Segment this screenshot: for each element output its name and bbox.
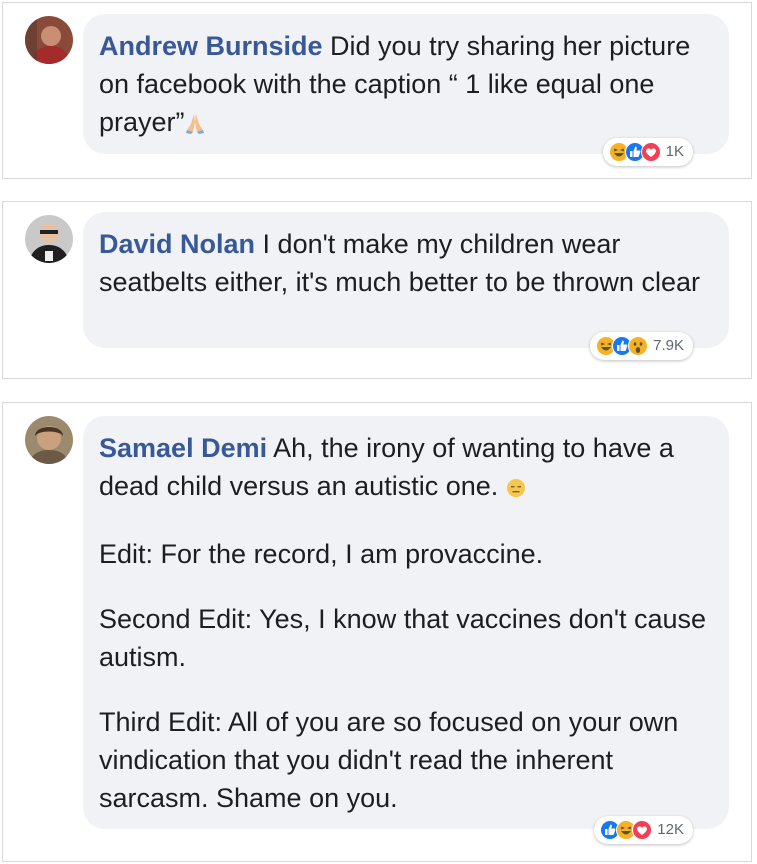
comment-text: Samael Demi Ah, the irony of wanting to … [99,429,707,508]
author-name[interactable]: David Nolan [99,229,255,259]
avatar[interactable] [25,215,73,263]
comment-bubble: David Nolan I don't make my children wea… [83,212,729,348]
reaction-summary[interactable]: 1K [602,138,693,166]
avatar[interactable] [25,416,73,464]
comment-card: David Nolan I don't make my children wea… [2,201,752,379]
love-reaction-icon [632,820,653,840]
reaction-count: 7.9K [653,337,684,354]
comment-text: Andrew Burnside Did you try sharing her … [99,27,707,144]
comment-card: Samael Demi Ah, the irony of wanting to … [2,402,752,862]
reaction-count: 12K [657,821,684,838]
reaction-count: 1K [665,143,684,160]
comment-edit-1: Edit: For the record, I am provaccine. [99,539,544,569]
praying-hands-icon [185,106,205,144]
comment-text: David Nolan I don't make my children wea… [99,225,707,301]
comment-edit-2: Second Edit: Yes, I know that vaccines d… [99,604,707,672]
comment-edit-3: Third Edit: All of you are so focused on… [99,707,679,813]
avatar[interactable] [25,16,73,64]
love-reaction-icon [640,142,661,162]
comment-bubble: Samael Demi Ah, the irony of wanting to … [83,416,729,829]
comment-card: Andrew Burnside Did you try sharing her … [2,2,752,179]
comment-bubble: Andrew Burnside Did you try sharing her … [83,14,729,154]
reaction-summary[interactable]: 12K [594,816,693,844]
author-name[interactable]: Andrew Burnside [99,31,323,61]
expressionless-face-icon [506,470,526,508]
wow-reaction-icon [628,336,649,356]
author-name[interactable]: Samael Demi [99,433,267,463]
reaction-summary[interactable]: 7.9K [590,332,693,360]
